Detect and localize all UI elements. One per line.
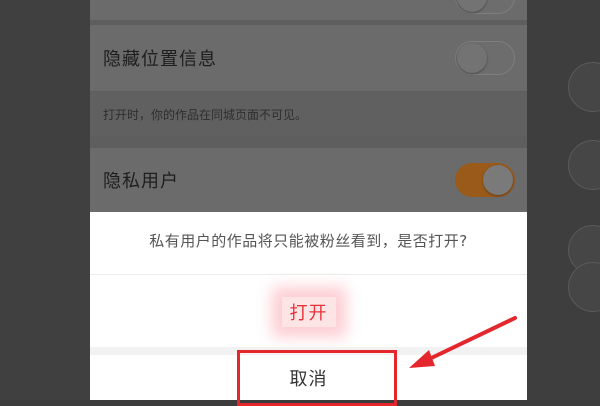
private-user-toggle[interactable] — [455, 163, 515, 197]
hide-location-hint: 打开时，你的作品在同城页面不可见。 — [103, 108, 308, 122]
background-circle-icon — [568, 62, 600, 112]
background-circle-icon — [568, 262, 600, 312]
private-user-label: 隐私用户 — [103, 171, 179, 192]
hint-section: 打开时，你的作品在同城页面不可见。 — [90, 92, 527, 136]
settings-row-private-user[interactable]: 隐私用户 — [90, 148, 527, 212]
dialog-message: 私有用户的作品将只能被粉丝看到，是否打开? — [149, 232, 468, 250]
annotation-highlight-box — [237, 350, 397, 406]
open-button-label: 打开 — [281, 297, 336, 327]
hide-location-label: 隐藏位置信息 — [103, 49, 217, 70]
settings-row-hide-location[interactable]: 隐藏位置信息 — [90, 25, 527, 91]
hide-location-toggle[interactable] — [455, 41, 515, 75]
annotation-arrow-icon — [409, 316, 517, 368]
settings-row-partial — [90, 0, 527, 20]
dimmed-background-right — [527, 0, 600, 400]
toggle-switch[interactable] — [455, 0, 515, 14]
dimmed-background-left — [0, 0, 90, 400]
background-circle-icon — [568, 140, 600, 190]
